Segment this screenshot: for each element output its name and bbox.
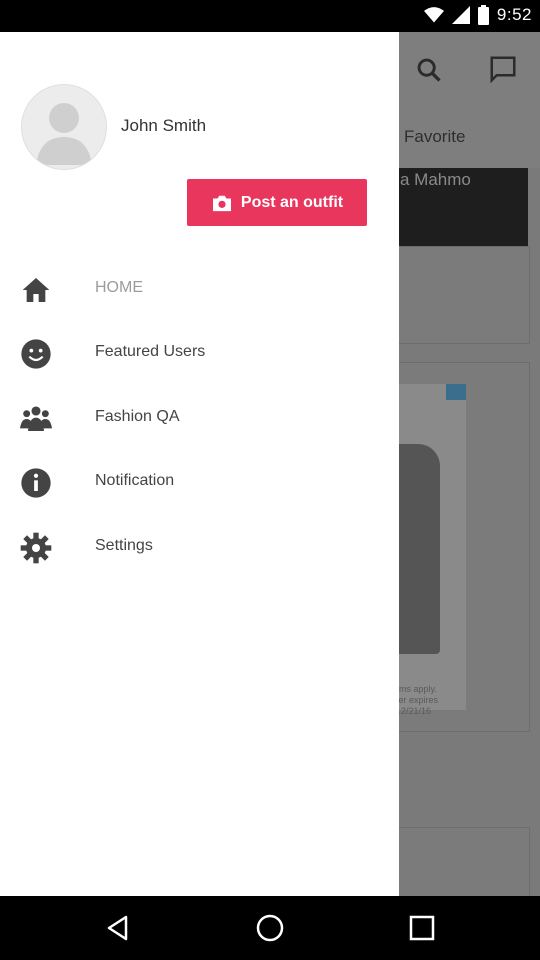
navigation-bar	[0, 896, 540, 960]
gear-icon	[20, 532, 52, 564]
smiley-icon	[21, 339, 51, 369]
people-icon	[20, 406, 52, 431]
search-icon[interactable]	[415, 56, 443, 84]
status-bar: 9:52	[0, 0, 540, 32]
tab-favorite[interactable]: Favorite	[404, 127, 465, 147]
card-text: a Mahmo	[400, 170, 471, 189]
back-icon[interactable]	[100, 910, 136, 946]
menu-item-featured-users[interactable]: Featured Users	[0, 322, 399, 386]
ad-choices-icon[interactable]	[446, 384, 466, 400]
person-silhouette-icon	[36, 103, 92, 165]
post-outfit-label: Post an outfit	[240, 193, 344, 211]
info-icon	[21, 468, 51, 498]
menu-label-notification: Notification	[95, 472, 175, 489]
home-icon	[22, 278, 50, 302]
menu-label-featured-users: Featured Users	[95, 343, 206, 360]
post-outfit-button[interactable]: Post an outfit	[187, 179, 367, 226]
menu-label-settings: Settings	[95, 537, 153, 554]
avatar[interactable]	[21, 84, 107, 170]
signal-icon	[451, 6, 470, 24]
ad-fine-print: rms apply. ter expires 12/21/16	[396, 684, 439, 716]
menu-item-settings[interactable]: Settings	[0, 516, 399, 580]
menu-item-notification[interactable]: Notification	[0, 451, 399, 515]
navigation-drawer: John Smith Post an outfit HOME Featured …	[0, 32, 399, 896]
menu-label-home: HOME	[95, 279, 143, 296]
menu-label-fashion-qa: Fashion QA	[95, 408, 180, 425]
battery-icon	[477, 5, 489, 25]
recents-icon[interactable]	[404, 910, 440, 946]
user-name: John Smith	[121, 116, 207, 135]
home-button-icon[interactable]	[252, 910, 288, 946]
camera-icon	[212, 195, 231, 211]
status-time: 9:52	[496, 5, 532, 24]
chat-icon[interactable]	[488, 54, 518, 84]
wifi-icon	[423, 7, 444, 23]
menu-item-fashion-qa[interactable]: Fashion QA	[0, 387, 399, 451]
status-icons: 9:52	[423, 5, 532, 25]
menu-item-home[interactable]: HOME	[0, 258, 399, 322]
